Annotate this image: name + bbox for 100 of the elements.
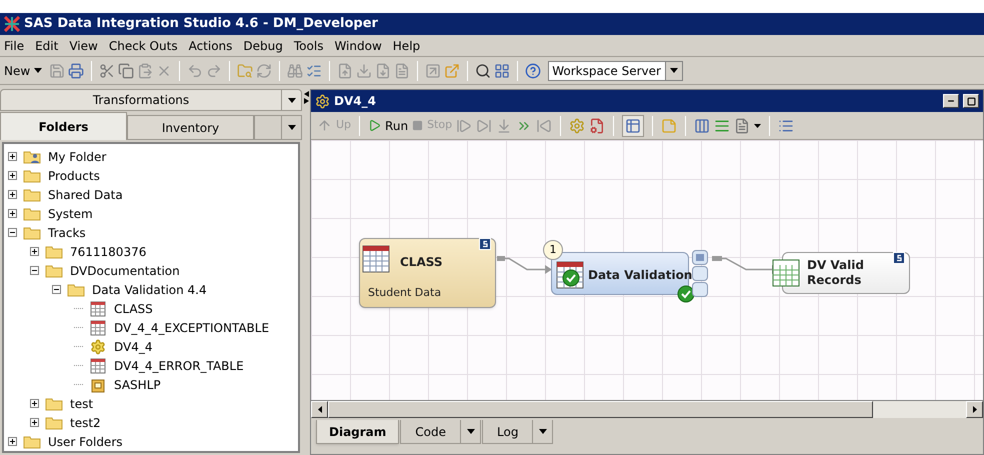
new-button[interactable]: New (4, 62, 46, 80)
minus-icon (9, 229, 16, 236)
menu-item[interactable]: Debug (243, 36, 283, 54)
expander-toggle[interactable] (52, 285, 61, 294)
help-icon[interactable] (525, 62, 542, 78)
menu-item[interactable]: View (69, 36, 98, 54)
export-icon[interactable] (337, 62, 354, 78)
caret-icon (288, 125, 296, 130)
step-icon[interactable] (536, 118, 552, 134)
view-tab[interactable]: Diagram (316, 420, 400, 444)
expander-toggle[interactable] (30, 266, 39, 275)
columns-icon[interactable] (694, 118, 710, 134)
output-port[interactable] (692, 250, 708, 265)
arrow-box-icon[interactable] (425, 62, 442, 78)
table-node[interactable]: CLASS Student Data (359, 238, 496, 308)
tree-item[interactable]: Data Validation 4.4 (92, 280, 207, 298)
expander-toggle[interactable] (30, 399, 39, 408)
horizontal-scrollbar[interactable] (311, 400, 983, 418)
skip-icon[interactable] (476, 118, 492, 134)
copy-icon[interactable] (118, 62, 134, 78)
tree-item[interactable]: Tracks (48, 224, 86, 242)
tree-item[interactable]: CLASS (114, 300, 153, 318)
view-tab[interactable]: Log (482, 420, 554, 444)
menu-item[interactable]: File (4, 36, 24, 54)
printer-icon[interactable] (68, 62, 84, 78)
maximize-icon (966, 96, 976, 106)
transformation-node[interactable]: Data Validation (551, 252, 689, 295)
tree-item[interactable]: My Folder (48, 148, 106, 166)
tree-item[interactable]: test (70, 394, 94, 412)
save-icon[interactable] (49, 62, 66, 78)
expander-toggle[interactable] (8, 228, 17, 237)
server-select[interactable]: Workspace Server (548, 60, 684, 80)
table-node[interactable]: DV Valid Records (782, 252, 910, 294)
output-port[interactable] (692, 266, 708, 281)
document-icon[interactable] (394, 62, 410, 78)
window-title: SAS Data Integration Studio 4.6 - DM_Developer (24, 15, 378, 34)
output-port[interactable] (692, 282, 708, 297)
scissors-icon[interactable] (99, 62, 116, 78)
maximize-button[interactable] (963, 94, 979, 108)
menu-item[interactable]: Tools (294, 36, 324, 54)
folder-icon (45, 244, 63, 258)
panel-tab[interactable]: Inventory (127, 115, 254, 140)
expander-toggle[interactable] (30, 247, 39, 256)
document-icon[interactable] (589, 118, 606, 134)
tree-item[interactable]: DV_4_4_EXCEPTIONTABLE (114, 318, 270, 336)
plus-icon (9, 153, 16, 160)
folder-icon (45, 264, 63, 278)
list-icon[interactable] (778, 118, 794, 134)
caret-icon (538, 429, 547, 434)
tree-item[interactable]: DV4_4 (114, 338, 153, 356)
scroll-right-icon[interactable] (972, 406, 976, 413)
document-icon[interactable] (375, 62, 392, 78)
gear-icon[interactable] (569, 118, 586, 134)
node-title: DV Valid Records (807, 258, 865, 288)
expander-toggle[interactable] (8, 171, 17, 180)
tree-item[interactable]: System (48, 204, 93, 222)
tree-item[interactable]: DVDocumentation (70, 262, 180, 280)
tree-item[interactable]: test2 (70, 414, 101, 432)
expander-toggle[interactable] (8, 437, 17, 446)
menu-item[interactable]: Actions (188, 36, 232, 54)
folder-icon (45, 396, 63, 410)
diagram-toggle[interactable] (622, 114, 644, 136)
expander-toggle[interactable] (8, 190, 17, 199)
menu-item[interactable]: Check Outs (108, 36, 178, 54)
caret-icon (34, 68, 42, 73)
tree-item[interactable]: SASHLP (114, 376, 161, 394)
expander-toggle[interactable] (8, 209, 17, 218)
plus-icon (9, 210, 16, 217)
binoculars-icon[interactable] (287, 62, 304, 78)
minimize-button[interactable] (943, 94, 959, 108)
expander-toggle[interactable] (30, 418, 39, 427)
plus-icon (9, 191, 16, 198)
connector-arrow (497, 255, 553, 277)
paste-icon[interactable] (137, 62, 154, 78)
lines-icon[interactable] (714, 118, 730, 134)
scroll-left-icon[interactable] (318, 406, 322, 413)
tree-item[interactable]: DV4_4_ERROR_TABLE (114, 356, 244, 374)
search-icon[interactable] (475, 62, 492, 78)
import-icon[interactable] (356, 62, 372, 78)
tree-item[interactable]: Shared Data (48, 186, 123, 204)
list-icon[interactable] (306, 62, 322, 78)
menu-item[interactable]: Edit (35, 36, 58, 54)
folder-icon (67, 282, 85, 296)
panel-tab[interactable]: Folders (0, 112, 127, 140)
tree-item[interactable]: Products (48, 166, 100, 184)
plus-icon (31, 400, 38, 407)
caret-icon (466, 429, 475, 434)
view-tab[interactable]: Code (400, 420, 482, 444)
menu-item[interactable]: Window (334, 36, 382, 54)
step-icon[interactable] (456, 118, 472, 134)
refresh-icon[interactable] (256, 62, 272, 78)
expander-toggle[interactable] (8, 152, 17, 161)
tree-item[interactable]: 7611180376 (70, 242, 146, 260)
undo-icon[interactable] (187, 62, 204, 78)
tree-item[interactable]: User Folders (48, 432, 123, 450)
redo-icon[interactable] (206, 62, 222, 78)
caret-icon[interactable] (754, 124, 762, 128)
step-number: 1 (543, 240, 563, 260)
run-button[interactable]: Run (368, 116, 408, 134)
menu-item[interactable]: Help (392, 36, 420, 54)
